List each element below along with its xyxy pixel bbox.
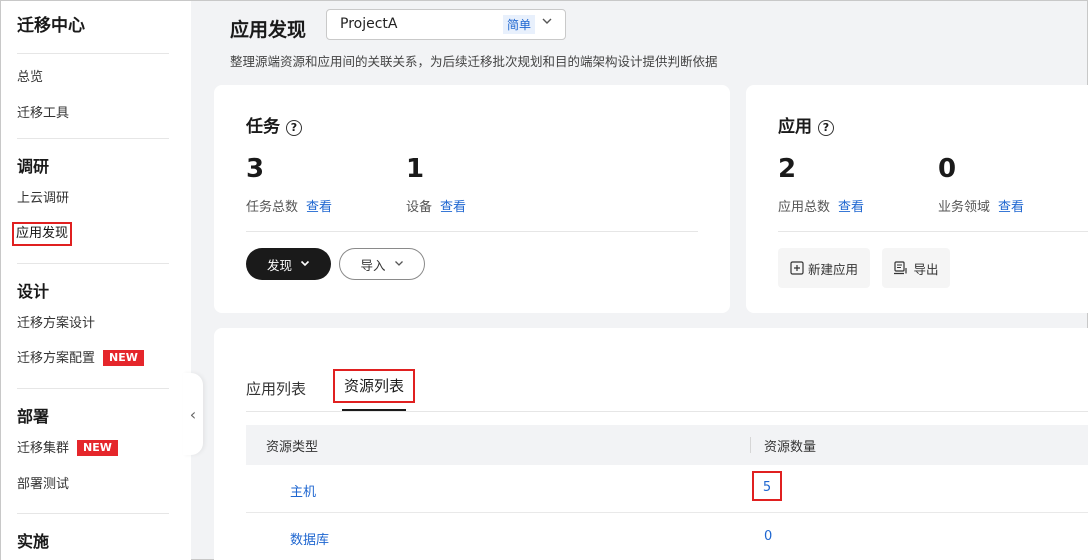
sidebar-title: 迁移中心 xyxy=(17,16,85,36)
sidebar-section-implement: 实施 xyxy=(17,532,50,551)
chevron-down-icon xyxy=(300,258,310,271)
sidebar-item-label: 迁移集群 xyxy=(17,441,70,456)
table-header: 资源类型 资源数量 xyxy=(246,425,1088,465)
tab-resource-list[interactable]: 资源列表 xyxy=(333,369,415,403)
export-icon xyxy=(894,261,908,275)
app-card-title-text: 应用 xyxy=(778,117,812,137)
sidebar-item-deploy-test[interactable]: 部署测试 xyxy=(17,476,69,494)
discover-button-label: 发现 xyxy=(266,257,292,273)
new-app-button-label: 新建应用 xyxy=(807,261,858,277)
sidebar: 迁移中心 总览 迁移工具 调研 上云调研 应用发现 设计 迁移方案设计 迁移方案… xyxy=(1,1,191,560)
app-view-link[interactable]: 查看 xyxy=(838,200,864,215)
domain-total-value: 0 xyxy=(938,154,957,184)
help-icon[interactable]: ? xyxy=(286,120,302,136)
sidebar-item-cloud-research[interactable]: 上云调研 xyxy=(17,190,69,208)
card-divider xyxy=(246,231,698,232)
add-icon xyxy=(790,261,804,275)
sidebar-divider xyxy=(17,513,169,514)
column-header-type: 资源类型 xyxy=(266,440,319,455)
resource-type-link[interactable]: 主机 xyxy=(290,481,316,500)
resource-count-link[interactable]: 5 xyxy=(752,471,782,501)
task-card-title: 任务? xyxy=(246,112,302,137)
chevron-down-icon xyxy=(394,258,404,271)
task-total-label: 任务总数 查看 xyxy=(246,196,332,215)
sidebar-item-app-discovery[interactable]: 应用发现 xyxy=(12,222,73,246)
task-total-value: 3 xyxy=(246,154,265,184)
chevron-left-icon: ‹ xyxy=(189,404,197,424)
project-select[interactable]: ProjectA 简单 xyxy=(326,9,566,40)
sidebar-collapse-button[interactable]: ‹ xyxy=(183,373,203,455)
sidebar-item-plan-config[interactable]: 迁移方案配置 NEW xyxy=(17,350,144,368)
import-button[interactable]: 导入 xyxy=(339,248,425,280)
resource-count-link[interactable]: 0 xyxy=(764,529,772,544)
sidebar-divider xyxy=(17,263,169,264)
app-total-value: 2 xyxy=(778,154,797,184)
sidebar-item-migration-cluster[interactable]: 迁移集群 NEW xyxy=(17,440,118,458)
sidebar-section-design: 设计 xyxy=(17,282,50,301)
card-divider xyxy=(778,231,1088,232)
sidebar-item-migration-tools[interactable]: 迁移工具 xyxy=(17,105,69,123)
new-badge: NEW xyxy=(103,350,144,366)
chevron-down-icon xyxy=(541,15,553,30)
task-total-label-text: 任务总数 xyxy=(246,200,299,215)
project-mode-badge: 简单 xyxy=(503,15,536,34)
sidebar-item-label: 迁移方案配置 xyxy=(17,351,96,366)
new-app-button[interactable]: 新建应用 xyxy=(778,248,870,288)
device-view-link[interactable]: 查看 xyxy=(440,200,466,215)
project-name: ProjectA xyxy=(340,16,398,32)
sidebar-item-plan-design[interactable]: 迁移方案设计 xyxy=(17,315,95,333)
sidebar-section-deploy: 部署 xyxy=(17,407,50,426)
device-total-value: 1 xyxy=(406,154,425,184)
resource-type-link[interactable]: 数据库 xyxy=(290,529,329,548)
device-label: 设备 查看 xyxy=(406,196,466,215)
column-separator xyxy=(750,437,751,453)
column-header-count: 资源数量 xyxy=(764,440,817,455)
device-label-text: 设备 xyxy=(406,200,433,215)
tab-app-list[interactable]: 应用列表 xyxy=(246,378,306,399)
table-row: 主机 5 xyxy=(246,465,1088,513)
sidebar-divider xyxy=(17,53,169,54)
task-card-title-text: 任务 xyxy=(246,117,280,137)
export-button-label: 导出 xyxy=(913,261,939,277)
sidebar-section-research: 调研 xyxy=(17,157,50,176)
app-total-label-text: 应用总数 xyxy=(778,200,831,215)
sidebar-item-overview[interactable]: 总览 xyxy=(17,69,43,87)
help-icon[interactable]: ? xyxy=(818,120,834,136)
domain-label-text: 业务领域 xyxy=(938,200,991,215)
sidebar-divider xyxy=(17,388,169,389)
domain-label: 业务领域 查看 xyxy=(938,196,1024,215)
task-view-link[interactable]: 查看 xyxy=(306,200,332,215)
discover-button[interactable]: 发现 xyxy=(246,248,331,280)
app-card-title: 应用? xyxy=(778,112,834,137)
page-description: 整理源端资源和应用间的关联关系，为后续迁移批次规划和目的端架构设计提供判断依据 xyxy=(230,54,718,69)
tabs-divider xyxy=(246,411,1088,412)
export-button[interactable]: 导出 xyxy=(882,248,950,288)
sidebar-divider xyxy=(17,138,169,139)
page-title: 应用发现 xyxy=(230,19,307,41)
app-total-label: 应用总数 查看 xyxy=(778,196,864,215)
table-row: 数据库 0 xyxy=(246,513,1088,560)
domain-view-link[interactable]: 查看 xyxy=(998,200,1024,215)
import-button-label: 导入 xyxy=(360,257,386,273)
new-badge: NEW xyxy=(77,440,118,456)
